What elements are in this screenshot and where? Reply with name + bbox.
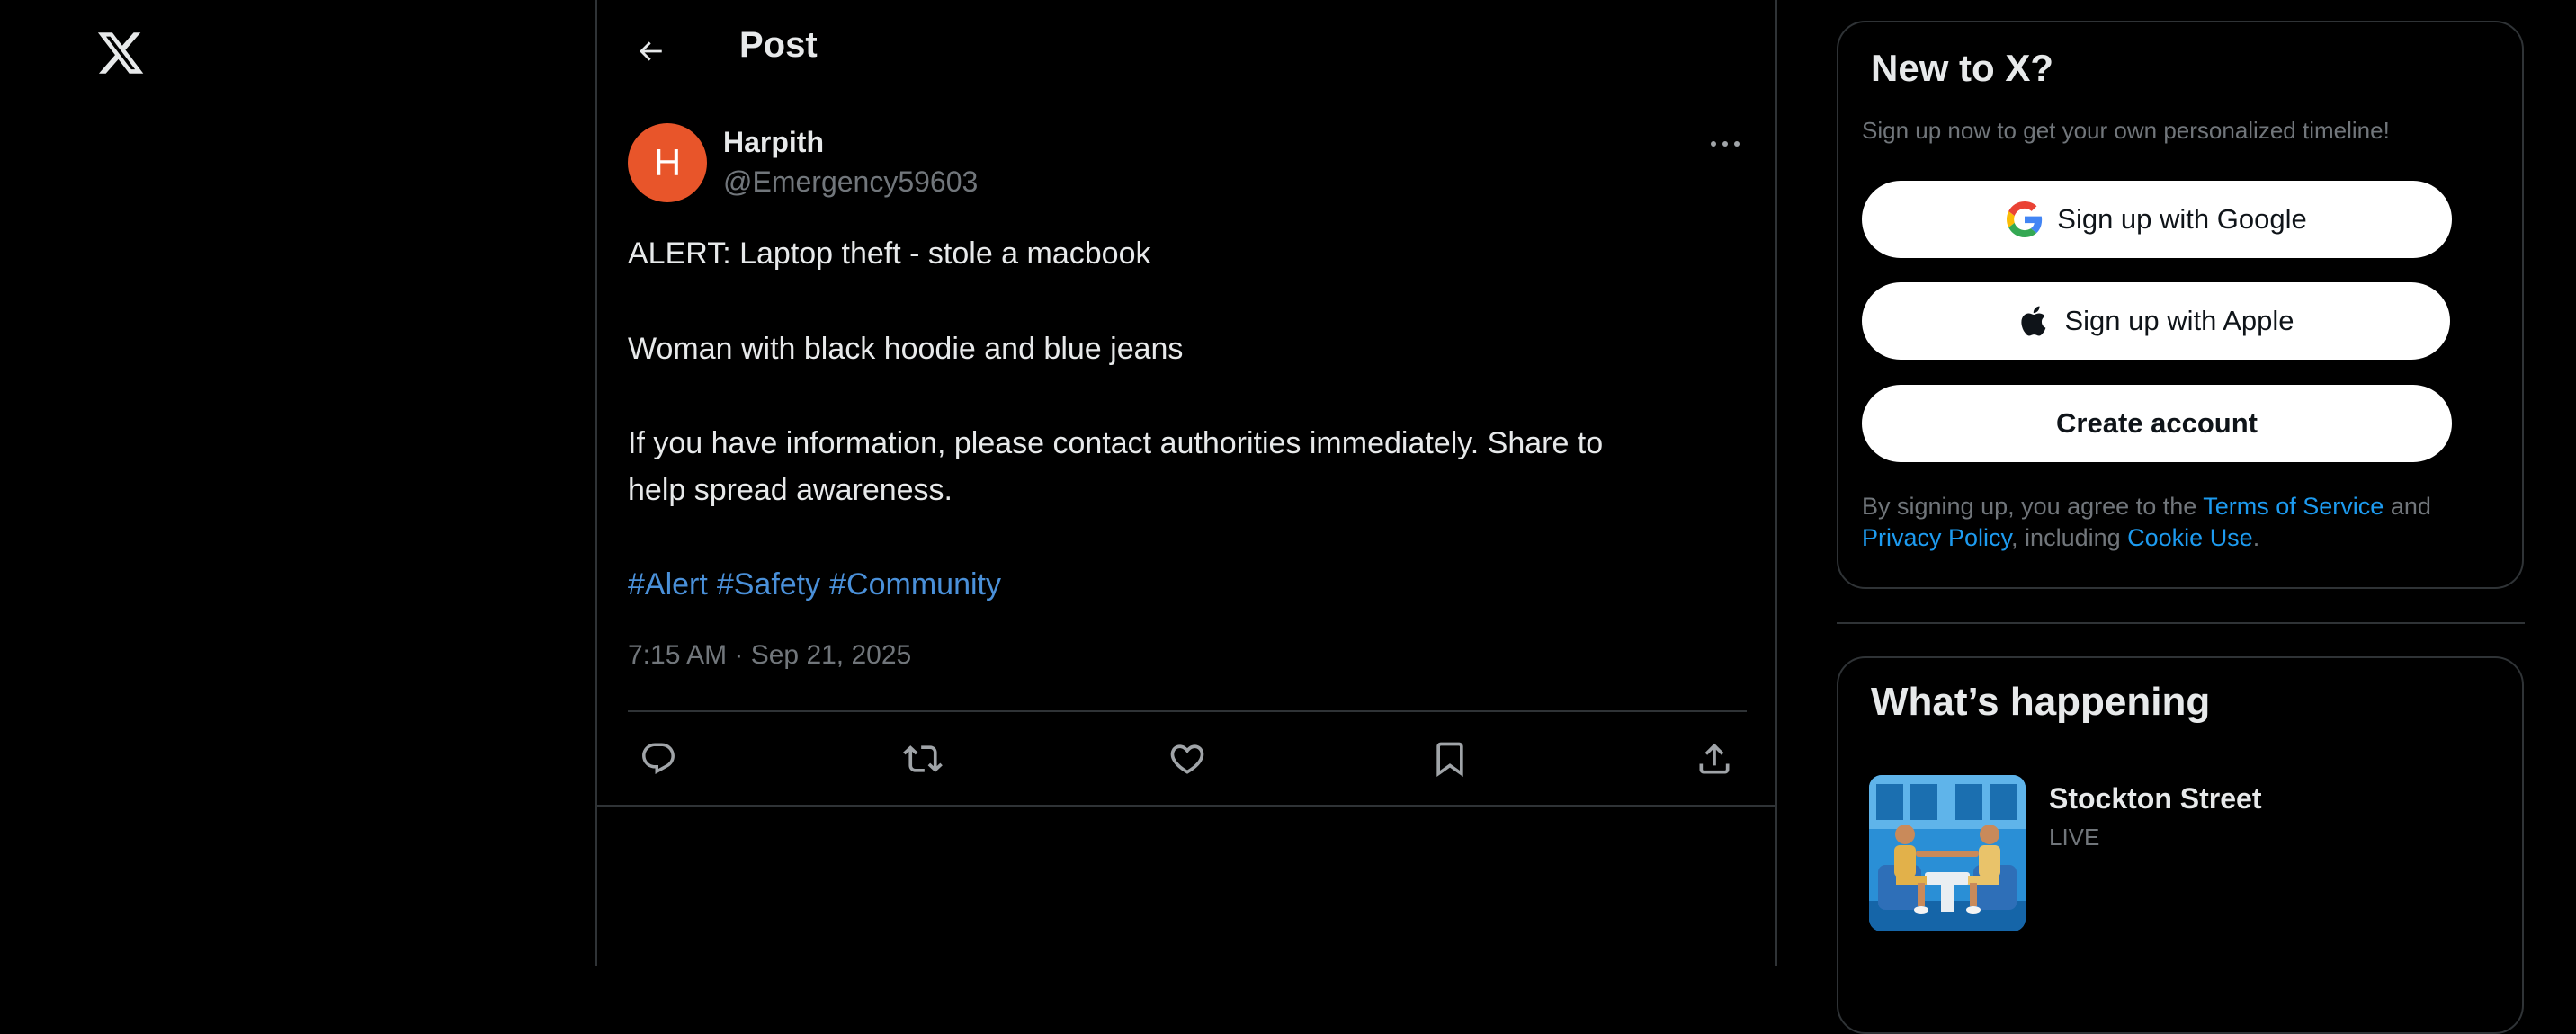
x-logo-icon[interactable] xyxy=(95,25,146,81)
hashtag-alert[interactable]: #Alert xyxy=(628,567,708,602)
arrow-left-icon xyxy=(640,41,662,61)
more-dots-icon[interactable] xyxy=(1704,131,1747,156)
trends-title: What’s happening xyxy=(1871,680,2211,724)
cookie-link[interactable]: Cookie Use xyxy=(2127,524,2253,551)
post-text-line: Woman with black hoodie and blue jeans xyxy=(628,332,1184,366)
legal-end: . xyxy=(2252,524,2260,551)
page-title: Post xyxy=(739,25,818,65)
repost-button[interactable] xyxy=(899,735,946,782)
terms-link[interactable]: Terms of Service xyxy=(2203,493,2384,520)
signup-google-button[interactable]: Sign up with Google xyxy=(1862,181,2452,258)
repost-icon xyxy=(903,745,943,772)
signup-apple-label: Sign up with Apple xyxy=(2064,305,2294,336)
author-handle[interactable]: @Emergency59603 xyxy=(723,165,978,199)
post-timestamp[interactable]: 7:15 AM · Sep 21, 2025 xyxy=(628,640,911,671)
column-divider-right xyxy=(1775,0,1777,966)
signup-apple-button[interactable]: Sign up with Apple xyxy=(1862,282,2450,360)
post-text-line: If you have information, please contact … xyxy=(628,426,1604,460)
legal-including: , including xyxy=(2011,524,2128,551)
trend-status: LIVE xyxy=(2049,824,2100,851)
like-button[interactable] xyxy=(1164,735,1211,782)
avatar-initial: H xyxy=(653,141,682,183)
post-text-line: ALERT: Laptop theft - stole a macbook xyxy=(628,236,1151,271)
create-account-label: Create account xyxy=(2056,407,2258,439)
bookmark-button[interactable] xyxy=(1427,735,1473,782)
legal-and: and xyxy=(2384,493,2431,520)
hashtag-community[interactable]: #Community xyxy=(829,567,1001,602)
create-account-button[interactable]: Create account xyxy=(1862,385,2452,462)
share-icon xyxy=(1699,743,1730,774)
apple-icon xyxy=(2017,303,2050,339)
column-divider-left xyxy=(595,0,597,966)
trend-thumbnail[interactable] xyxy=(1869,775,2026,931)
bookmark-icon xyxy=(1436,742,1463,778)
signup-subtitle: Sign up now to get your own personalized… xyxy=(1862,117,2390,144)
author-name[interactable]: Harpith xyxy=(723,126,824,159)
share-button[interactable] xyxy=(1691,735,1738,782)
divider xyxy=(597,805,1775,807)
legal-prefix: By signing up, you agree to the xyxy=(1862,493,2204,520)
reply-icon xyxy=(642,743,675,774)
hashtag-list: #Alert #Safety #Community xyxy=(628,561,1010,608)
divider xyxy=(628,710,1747,712)
back-button[interactable] xyxy=(630,31,671,72)
google-icon xyxy=(2007,201,2043,237)
privacy-link[interactable]: Privacy Policy xyxy=(1862,524,2011,551)
like-icon xyxy=(1170,744,1204,774)
trend-name[interactable]: Stockton Street xyxy=(2049,782,2261,816)
post-text-line: help spread awareness. xyxy=(628,473,953,507)
signup-google-label: Sign up with Google xyxy=(2057,203,2307,235)
reply-button[interactable] xyxy=(635,735,682,782)
signup-title: New to X? xyxy=(1871,47,2054,89)
divider xyxy=(1837,622,2525,624)
legal-text: By signing up, you agree to the Terms of… xyxy=(1862,491,2491,554)
avatar[interactable]: H xyxy=(628,123,707,202)
hashtag-safety[interactable]: #Safety xyxy=(717,567,820,602)
